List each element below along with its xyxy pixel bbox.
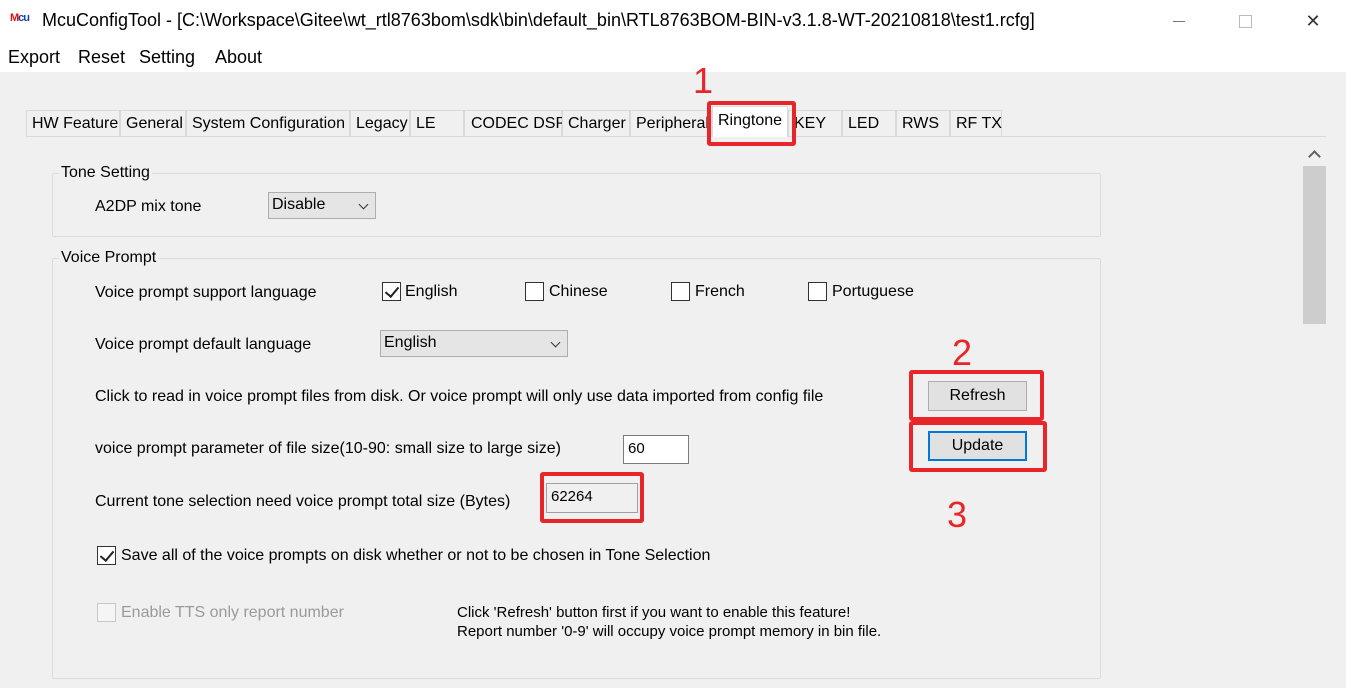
chevron-down-icon: [358, 199, 369, 210]
tab-codec-dsp[interactable]: CODEC DSP: [464, 110, 566, 136]
english-checkbox[interactable]: [382, 282, 401, 301]
tone-setting-group: [52, 173, 1101, 237]
menu-export[interactable]: Export: [8, 47, 60, 68]
save-all-checkbox[interactable]: [97, 546, 116, 565]
window-title: McuConfigTool - [C:\Workspace\Gitee\wt_r…: [42, 10, 1035, 30]
read-files-label: Click to read in voice prompt files from…: [95, 388, 824, 405]
maximize-button[interactable]: [1222, 0, 1268, 42]
default-language-select[interactable]: English: [380, 330, 568, 357]
default-language-value: English: [384, 334, 437, 351]
save-all-label: Save all of the voice prompts on disk wh…: [121, 547, 711, 564]
a2dp-mix-value: Disable: [272, 196, 326, 213]
app-icon: Mcu: [10, 12, 30, 24]
chinese-checkbox[interactable]: [525, 282, 544, 301]
annotation-number-3: 3: [947, 494, 968, 535]
tab-hw-feature[interactable]: HW Feature: [26, 110, 120, 136]
tts-checkbox[interactable]: [97, 603, 116, 622]
french-checkbox[interactable]: [671, 282, 690, 301]
annotation-box-update: [909, 421, 1047, 472]
file-size-input[interactable]: 60: [623, 435, 689, 464]
chevron-down-icon: [550, 337, 561, 348]
a2dp-mix-label: A2DP mix tone: [95, 198, 202, 215]
menu-setting[interactable]: Setting: [139, 47, 195, 68]
a2dp-mix-select[interactable]: Disable: [268, 192, 376, 219]
tab-legacy[interactable]: Legacy: [350, 110, 410, 136]
tts-label: Enable TTS only report number: [121, 604, 344, 621]
tab-peripheral[interactable]: Peripheral: [630, 110, 712, 136]
menu-about[interactable]: About: [215, 47, 262, 68]
file-size-label: voice prompt parameter of file size(10-9…: [95, 440, 561, 457]
voice-prompt-title: Voice Prompt: [59, 249, 159, 267]
annotation-box-refresh: [909, 370, 1044, 421]
tab-led[interactable]: LED: [842, 110, 896, 136]
tab-le[interactable]: LE: [410, 110, 464, 136]
support-language-label: Voice prompt support language: [95, 284, 317, 301]
minimize-icon: [1173, 20, 1185, 22]
annotation-box-total-size: [540, 472, 644, 523]
chinese-label: Chinese: [549, 283, 608, 300]
minimize-button[interactable]: [1156, 0, 1202, 42]
portuguese-label: Portuguese: [832, 283, 914, 300]
english-label: English: [405, 283, 458, 300]
annotation-number-1: 1: [693, 60, 714, 101]
maximize-icon: [1238, 14, 1252, 28]
ringtone-page: Tone Setting A2DP mix tone Disable Voice…: [26, 136, 1326, 688]
scroll-up-icon[interactable]: [1308, 150, 1321, 163]
annotation-number-2: 2: [952, 332, 973, 373]
tab-rf-tx[interactable]: RF TX: [950, 110, 1002, 136]
tab-key[interactable]: KEY: [788, 110, 842, 136]
total-size-label: Current tone selection need voice prompt…: [95, 493, 511, 510]
menu-bar: Export Reset Setting About: [0, 42, 1346, 72]
tab-rws[interactable]: RWS: [896, 110, 950, 136]
tts-note-line1: Click 'Refresh' button first if you want…: [457, 604, 851, 621]
tone-setting-title: Tone Setting: [59, 164, 152, 182]
close-icon: ✕: [1305, 10, 1321, 31]
default-language-label: Voice prompt default language: [95, 336, 312, 353]
close-button[interactable]: ✕: [1290, 0, 1336, 42]
tab-charger[interactable]: Charger: [562, 110, 630, 136]
tab-system-configuration[interactable]: System Configuration: [186, 110, 350, 136]
title-bar: Mcu McuConfigTool - [C:\Workspace\Gitee\…: [0, 0, 1346, 42]
menu-reset[interactable]: Reset: [78, 47, 125, 68]
tts-note-line2: Report number '0-9' will occupy voice pr…: [457, 623, 882, 640]
scroll-thumb[interactable]: [1303, 166, 1326, 324]
french-label: French: [695, 283, 745, 300]
vertical-scrollbar[interactable]: [1303, 140, 1326, 688]
portuguese-checkbox[interactable]: [808, 282, 827, 301]
tab-ringtone[interactable]: Ringtone: [712, 106, 788, 137]
tab-general[interactable]: General: [120, 110, 186, 136]
